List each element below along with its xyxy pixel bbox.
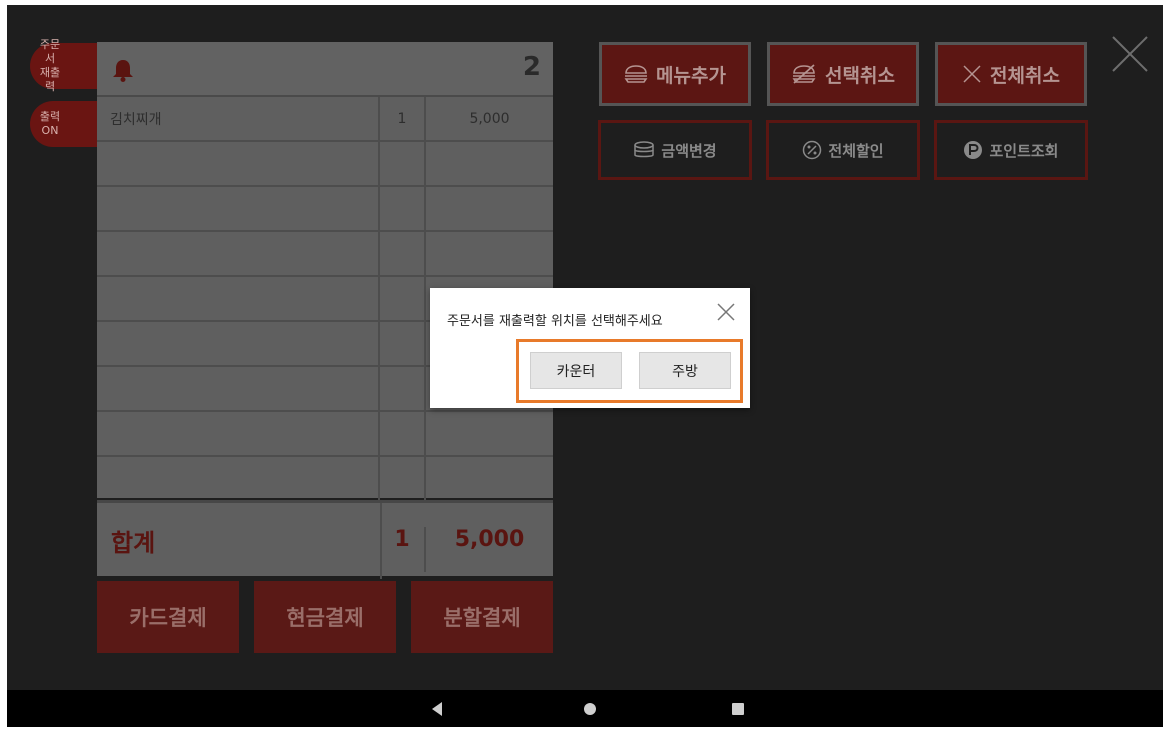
reprint-tab-line1: 주문서: [39, 38, 61, 65]
reprint-location-dialog: 주문서를 재출력할 위치를 선택해주세요 카운터 주방: [430, 288, 750, 408]
total-label: 합계: [111, 529, 156, 557]
item-name: [97, 457, 380, 500]
item-name: [97, 187, 380, 230]
change-amount-label: 금액변경: [661, 141, 717, 160]
item-qty: [380, 187, 426, 230]
item-name: [97, 142, 380, 185]
split-payment-button[interactable]: 분할결제: [411, 581, 553, 653]
item-name: [97, 232, 380, 275]
item-price: [426, 232, 553, 275]
close-icon: [963, 65, 981, 83]
order-header: 2: [97, 42, 553, 97]
order-row[interactable]: [97, 232, 553, 277]
item-qty: [380, 457, 426, 500]
coins-icon: [634, 141, 655, 158]
item-qty: [380, 142, 426, 185]
item-name: [97, 277, 380, 320]
order-row[interactable]: 김치찌개 1 5,000: [97, 97, 553, 142]
counter-button[interactable]: 카운터: [530, 352, 622, 389]
item-price: [426, 187, 553, 230]
print-tab-line2: ON: [41, 124, 59, 137]
recent-apps-icon[interactable]: [732, 703, 744, 715]
cancel-selected-label: 선택취소: [825, 64, 895, 87]
item-qty: [380, 232, 426, 275]
bell-icon[interactable]: [112, 58, 134, 82]
cash-payment-button[interactable]: 현금결제: [254, 581, 396, 653]
cancel-all-label: 전체취소: [990, 64, 1060, 87]
order-panel: 2 김치찌개 1 5,000 합계 1 5,000: [97, 42, 553, 579]
item-name: [97, 412, 380, 455]
order-row[interactable]: [97, 187, 553, 232]
discount-all-label: 전체할인: [828, 141, 884, 160]
home-icon[interactable]: [584, 703, 596, 715]
item-price: [426, 412, 553, 455]
order-row[interactable]: [97, 457, 553, 502]
back-icon[interactable]: [432, 702, 442, 716]
point-lookup-label: 포인트조회: [989, 141, 1059, 160]
burger-cancel-icon: [792, 64, 816, 84]
order-row[interactable]: [97, 412, 553, 457]
burger-icon: [624, 65, 648, 83]
order-count: 2: [522, 52, 541, 82]
reprint-order-tab[interactable]: 주문서 재출력: [30, 38, 100, 93]
item-name: [97, 367, 380, 410]
item-qty: [380, 322, 426, 365]
dialog-message: 주문서를 재출력할 위치를 선택해주세요: [447, 314, 663, 329]
close-icon[interactable]: [1111, 35, 1149, 73]
cancel-selected-button[interactable]: 선택취소: [767, 42, 919, 106]
kitchen-button[interactable]: 주방: [639, 352, 731, 389]
total-qty: 1: [380, 527, 426, 572]
change-amount-button[interactable]: 금액변경: [598, 120, 752, 180]
discount-all-button[interactable]: 전체할인: [766, 120, 920, 180]
item-qty: [380, 277, 426, 320]
item-price: [426, 142, 553, 185]
item-name: 김치찌개: [97, 97, 380, 140]
add-menu-button[interactable]: 메뉴추가: [599, 42, 751, 106]
item-qty: [380, 412, 426, 455]
reprint-tab-line2: 재출력: [39, 66, 61, 93]
percent-icon: [803, 140, 822, 160]
item-name: [97, 322, 380, 365]
item-qty: [380, 367, 426, 410]
pos-screen: 주문서 재출력 출력 ON 2 김치찌개 1 5,000 합계 1 5,000 …: [7, 5, 1163, 727]
print-tab-line1: 출력: [39, 110, 61, 123]
print-on-tab[interactable]: 출력 ON: [30, 101, 100, 147]
order-total: 합계 1 5,000: [97, 500, 553, 579]
add-menu-label: 메뉴추가: [656, 64, 726, 87]
item-qty: 1: [380, 97, 426, 140]
point-icon: [964, 141, 983, 159]
item-price: [426, 457, 553, 500]
cancel-all-button[interactable]: 전체취소: [935, 42, 1087, 106]
total-sum: 5,000: [454, 527, 525, 552]
order-row[interactable]: [97, 142, 553, 187]
system-nav-bar: [7, 690, 1163, 727]
dialog-close-icon[interactable]: [716, 302, 736, 322]
item-price: 5,000: [469, 110, 510, 127]
card-payment-button[interactable]: 카드결제: [97, 581, 239, 653]
point-lookup-button[interactable]: 포인트조회: [934, 120, 1088, 180]
